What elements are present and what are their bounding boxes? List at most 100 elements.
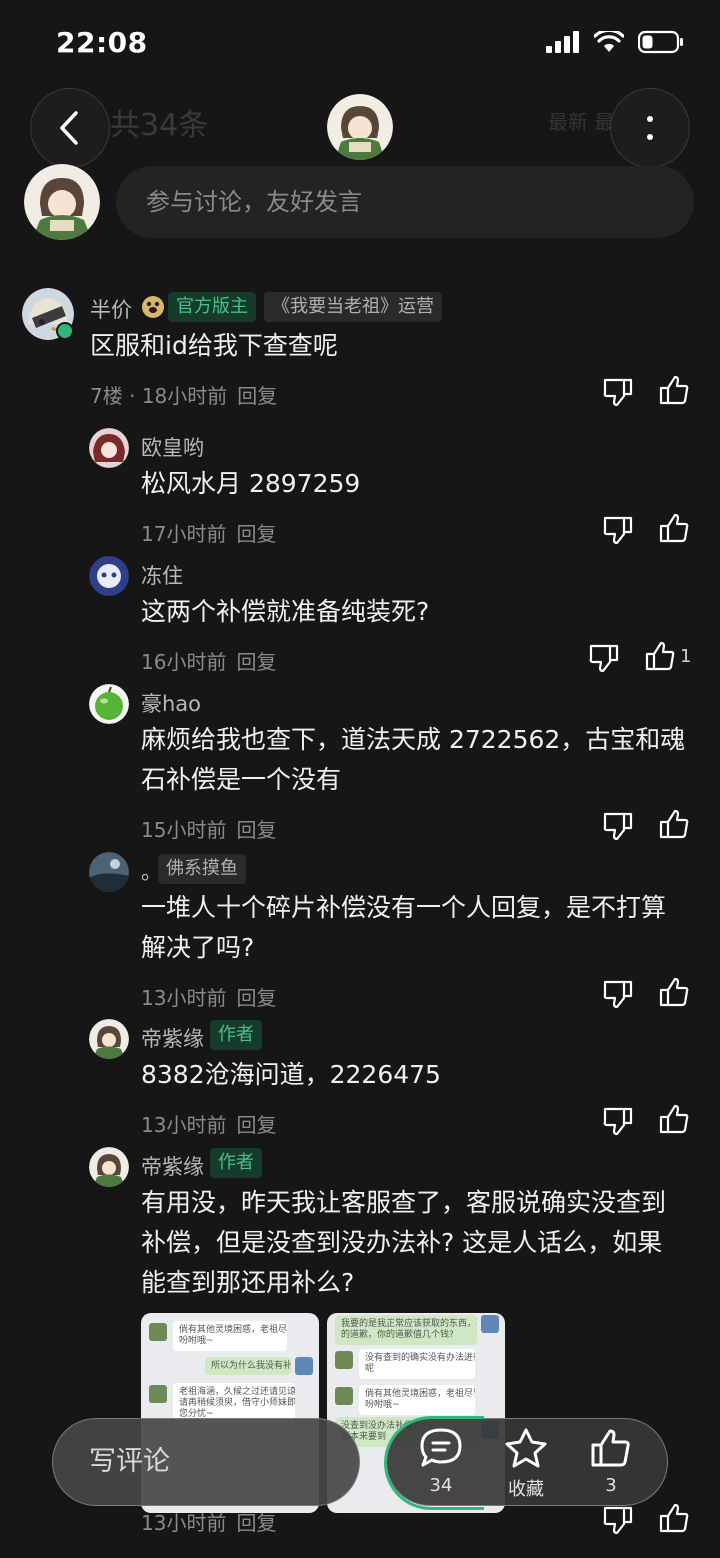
chat-avatar-icon [335,1387,353,1405]
like-icon[interactable] [658,808,690,840]
paw-badge-icon [142,296,164,318]
reply-meta: 16小时前 回复 [141,646,276,675]
chat-avatar-icon [335,1351,353,1369]
dislike-icon[interactable] [602,376,634,408]
reply-author[interactable]: 欧皇哟 [141,432,204,462]
wifi-icon [594,31,624,52]
reply-time: 13小时前 [141,1511,227,1535]
status-bar: 22:08 [0,0,720,90]
comment-time: 18小时前 [141,384,228,408]
reply-time: 13小时前 [141,986,227,1010]
comment-text: 区服和id给我下查查呢 [90,331,338,360]
reply-button[interactable]: 回复 [236,818,276,842]
reply-text-line-2: 解决了吗? [141,933,255,962]
author-tag: 作者 [210,1020,262,1050]
star-icon [505,1428,547,1468]
reply-button[interactable]: 回复 [236,1113,276,1137]
comment-floor: 7楼 [90,384,123,408]
author-avatar[interactable] [327,94,393,160]
verified-badge-icon [56,322,74,340]
reply-text-line-1: 一堆人十个碎片补偿没有一个人回复，是不打算 [141,893,667,922]
comments-count: 34 [429,1475,453,1496]
reply-time: 17小时前 [141,522,227,546]
chat-bubble: 我要的是我正常应该获取的东西，不是你的道歉，你的道歉值几个钱? [335,1315,477,1345]
author-tag: 作者 [210,1148,262,1178]
reply-text-line-3: 能查到那还用补么? [141,1268,355,1297]
favorite-label: 收藏 [508,1479,544,1500]
reply-avatar[interactable] [89,684,129,724]
dislike-icon[interactable] [602,1105,634,1137]
reply-author[interactable]: 冻住 [141,560,183,590]
chat-bubble: 所以为什么我没有补偿? [205,1357,291,1375]
chat-bubble: 倘有其他灵境困惑，老祖尽管开口吩咐哦~ [173,1321,287,1351]
write-comment-button[interactable]: 写评论 [52,1418,360,1506]
dislike-icon[interactable] [602,810,634,842]
like-icon[interactable] [658,1103,690,1135]
comments-button[interactable]: 34 [411,1427,471,1496]
like-icon[interactable] [658,1502,690,1534]
reply-meta: 13小时前 回复 [141,1507,276,1536]
more-options-button[interactable] [610,88,690,168]
reply-avatar[interactable] [89,428,129,468]
reply-avatar[interactable] [89,1147,129,1187]
like-icon[interactable] [658,976,690,1008]
like-count: 1 [680,646,692,667]
thumbs-up-icon [591,1429,630,1467]
reply-button[interactable]: 回复 [236,1511,276,1535]
bottom-action-bar: 写评论 34 收藏 3 [52,1416,668,1510]
reply-author[interactable]: 帝紫缘 [141,1023,204,1053]
reply-author[interactable]: 帝紫缘 [141,1151,204,1181]
reply-text: 这两个补偿就准备纯装死? [141,597,430,626]
reply-button[interactable]: 回复 [236,986,276,1010]
discussion-input-row: 参与讨论，友好发言 [0,162,720,242]
like-icon[interactable] [658,512,690,544]
reply-text-line-2: 石补偿是一个没有 [141,765,342,794]
official-moderator-tag: 官方版主 [168,292,256,322]
reply-text-line-2: 补偿，但是没查到没办法补? 这是人话么，如果 [141,1228,663,1257]
user-tag: 佛系摸鱼 [158,854,246,884]
reply-button[interactable]: 回复 [237,384,277,408]
comment-author[interactable]: 半价 [90,294,132,324]
battery-icon [638,30,683,54]
reply-author[interactable]: 豪hao [141,688,201,718]
chat-avatar-icon [149,1385,167,1403]
reply-avatar[interactable] [89,556,129,596]
likes-count: 3 [605,1475,617,1496]
signal-icon [546,31,579,53]
dislike-icon[interactable] [602,514,634,546]
reply-text-line-1: 麻烦给我也查下，道法天成 2722562，古宝和魂 [141,725,686,754]
reply-meta: 13小时前 回复 [141,1109,276,1138]
discussion-input[interactable]: 参与讨论，友好发言 [116,166,694,238]
like-icon[interactable] [658,374,690,406]
chat-bubble: 没有查到的确实没有办法进行补偿呢 [359,1349,475,1379]
like-button[interactable]: 3 [581,1427,641,1496]
comment-bubble-icon [420,1428,462,1467]
reply-text-line-1: 有用没，昨天我让客服查了，客服说确实没查到 [141,1188,667,1217]
dislike-icon[interactable] [602,978,634,1010]
reply-time: 16小时前 [141,650,227,674]
comment-count-title: 共34条 [110,108,209,143]
chat-bubble: 倘有其他灵境困惑，老祖尽管开口吩咐哦~ [359,1385,475,1415]
favorite-button[interactable]: 收藏 [496,1427,556,1501]
dislike-icon[interactable] [602,1504,634,1536]
reply-time: 15小时前 [141,818,227,842]
reply-meta: 17小时前 回复 [141,518,276,547]
like-icon[interactable] [644,640,676,672]
comment-meta: 7楼 · 18小时前 回复 [90,384,278,408]
reply-text: 松风水月 2897259 [141,469,361,498]
reply-meta: 13小时前 回复 [141,982,276,1011]
reply-avatar[interactable] [89,1019,129,1059]
chat-avatar-icon [149,1323,167,1341]
role-tag: 《我要当老祖》运营 [264,292,442,322]
chat-avatar-icon [481,1315,499,1333]
dislike-icon[interactable] [588,642,620,674]
reply-button[interactable]: 回复 [236,650,276,674]
reply-avatar[interactable] [89,852,129,892]
reply-button[interactable]: 回复 [236,522,276,546]
chat-avatar-icon [295,1357,313,1375]
back-button[interactable] [30,88,110,168]
reply-meta: 15小时前 回复 [141,814,276,843]
status-icons [546,30,684,54]
status-time: 22:08 [56,26,148,59]
action-pill: 34 收藏 3 [384,1416,668,1510]
